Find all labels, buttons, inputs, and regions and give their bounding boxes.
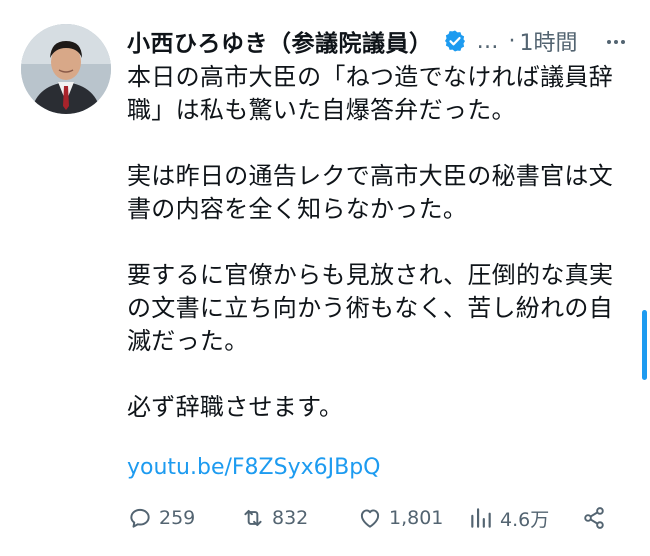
tweet-paragraph: 実は昨日の通告レクで高市大臣の秘書官は文書の内容を全く知らなかった。	[127, 162, 613, 223]
verified-badge-icon	[444, 30, 465, 52]
more-icon[interactable]	[604, 30, 628, 54]
tweet-link[interactable]: youtu.be/F8ZSyx6JBpQ	[127, 455, 380, 480]
views-count: 4.6万	[500, 508, 550, 531]
scrollbar[interactable]	[642, 310, 647, 380]
share-icon	[584, 507, 604, 529]
author-name[interactable]: 小西ひろゆき（参議院議員）	[127, 24, 433, 58]
like-count: 1,801	[389, 507, 444, 529]
tweet-header: 小西ひろゆき（参議院議員） … · 1時間	[127, 22, 627, 60]
timestamp[interactable]: 1時間	[520, 25, 578, 57]
separator: ·	[508, 28, 516, 54]
avatar[interactable]	[21, 24, 111, 114]
like-button[interactable]: 1,801	[357, 500, 443, 536]
author-handle[interactable]: …	[477, 29, 499, 54]
share-button[interactable]	[581, 500, 613, 536]
tweet-paragraph: 本日の高市大臣の「ねつ造でなければ議員辞職」は私も驚いた自爆答弁だった。	[127, 63, 613, 124]
views-button[interactable]: 4.6万	[468, 500, 549, 536]
retweet-count: 832	[272, 507, 309, 529]
reply-count: 259	[159, 507, 196, 529]
avatar-photo	[21, 24, 111, 114]
views-icon	[471, 508, 491, 528]
heart-icon	[360, 509, 380, 528]
retweet-button[interactable]: 832	[240, 500, 308, 536]
retweet-icon	[244, 509, 262, 527]
tweet[interactable]: 小西ひろゆき（参議院議員） … · 1時間 本日の高市大臣の「ねつ造でなければ議…	[0, 0, 650, 556]
tweet-text: 本日の高市大臣の「ねつ造でなければ議員辞職」は私も驚いた自爆答弁だった。 実は昨…	[127, 61, 632, 457]
reply-button[interactable]: 259	[127, 500, 195, 536]
tweet-paragraph: 要するに官僚からも見放され、圧倒的な真実の文書に立ち向かう術もなく、苦し紛れの自…	[127, 261, 614, 355]
tweet-paragraph: 必ず辞職させます。	[127, 393, 344, 421]
reply-icon	[130, 508, 150, 528]
action-bar: 259 832 1,801 4.6万	[127, 500, 617, 536]
